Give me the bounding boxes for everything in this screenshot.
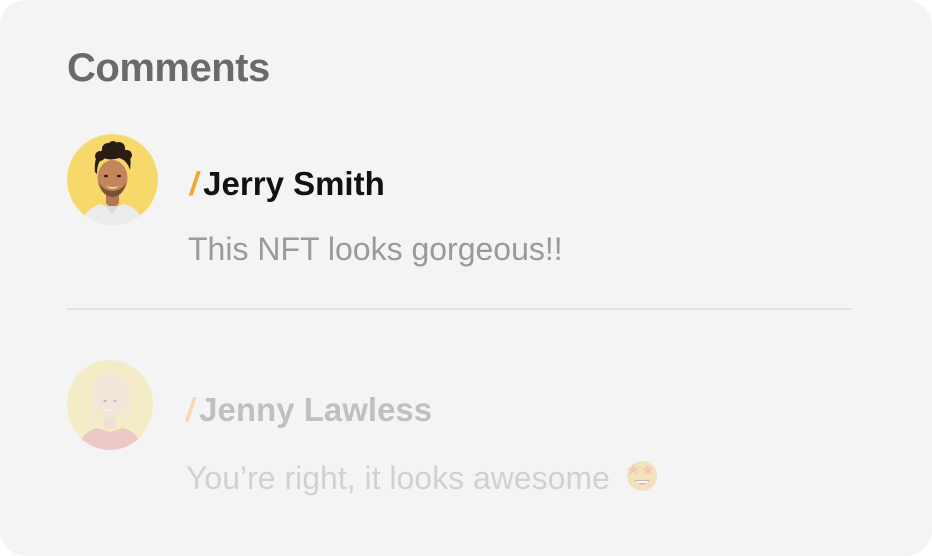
comment-author[interactable]: / Jerry Smith — [187, 162, 385, 206]
starstruck-emoji-icon — [626, 461, 657, 491]
comments-card: Comments / Jerry Smith This NFT looks go… — [0, 0, 932, 556]
comment-author[interactable]: / Jenny Lawless — [183, 388, 433, 432]
avatar[interactable] — [67, 360, 153, 450]
slash-accent-icon: / — [183, 391, 198, 428]
user-avatar-woman-icon — [67, 360, 153, 450]
user-avatar-man-icon — [67, 134, 158, 225]
comment-text: You’re right, it looks awesome — [186, 458, 659, 498]
comment-text-content: You’re right, it looks awesome — [186, 460, 610, 496]
author-name: Jenny Lawless — [199, 391, 433, 428]
avatar[interactable] — [67, 134, 158, 225]
comments-title: Comments — [67, 46, 270, 90]
divider — [67, 308, 852, 310]
comment-text: This NFT looks gorgeous!! — [188, 231, 563, 267]
author-name: Jerry Smith — [203, 165, 385, 202]
slash-accent-icon: / — [187, 165, 202, 202]
